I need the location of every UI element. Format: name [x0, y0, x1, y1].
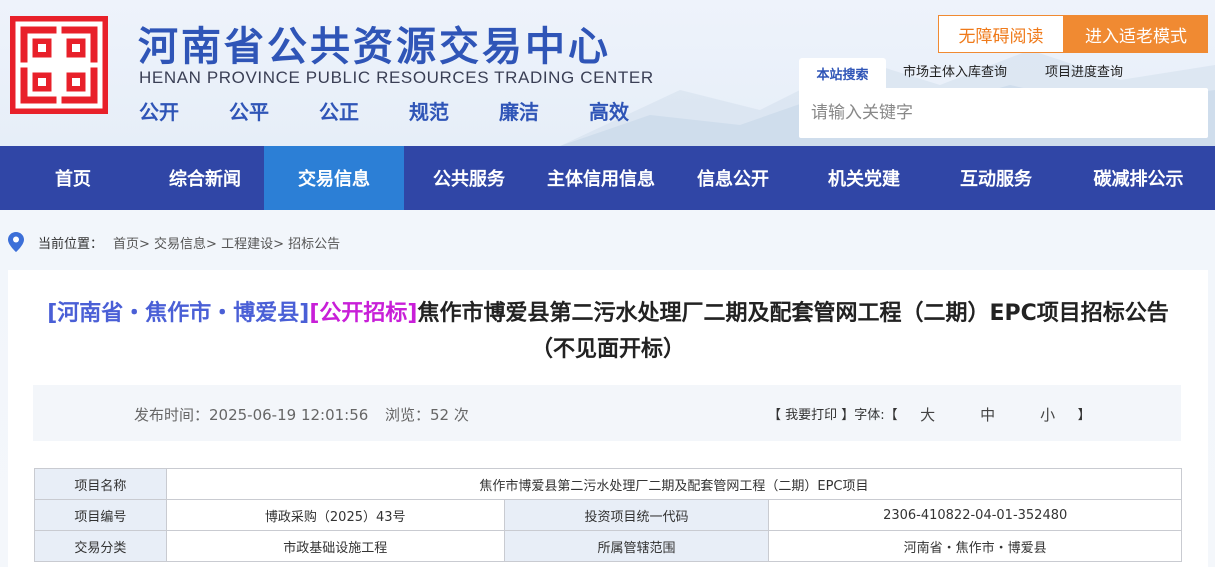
table-row: 项目编号 博政采购（2025）43号 投资项目统一代码 2306-410822-… [34, 499, 1182, 531]
project-progress-query-link[interactable]: 项目进度查询 [1045, 61, 1123, 80]
publish-time: 发布时间：2025-06-19 12:01:56 [134, 406, 369, 424]
nav-item-info-disclosure[interactable]: 信息公开 [668, 146, 798, 210]
slogan-list: 公开 公平 公正 规范 廉洁 高效 [139, 96, 679, 125]
table-label: 项目名称 [34, 468, 167, 500]
nav-item-interactive-service[interactable]: 互动服务 [930, 146, 1062, 210]
location-pin-icon [8, 232, 24, 252]
meta-tools: 【 我要打印 】 字体:【 大 中 小 】 [768, 404, 1091, 425]
main-nav: 首页 综合新闻 交易信息 公共服务 主体信用信息 信息公开 机关党建 互动服务 … [0, 146, 1215, 210]
table-value: 市政基础设施工程 [165, 530, 505, 562]
slogan-item: 高效 [589, 100, 629, 124]
font-size-label: 字体:【 [854, 408, 898, 423]
font-size-medium[interactable]: 中 [958, 404, 1018, 425]
nav-item-news[interactable]: 综合新闻 [146, 146, 264, 210]
notice-region-tag: [河南省・焦作市・博爱县] [47, 301, 310, 326]
table-row: 交易分类 市政基础设施工程 所属管辖范围 河南省・焦作市・博爱县 [34, 530, 1182, 562]
notice-card: [河南省・焦作市・博爱县][公开招标]焦作市博爱县第二污水处理厂二期及配套管网工… [8, 270, 1208, 567]
nav-item-party-building[interactable]: 机关党建 [798, 146, 930, 210]
slogan-item: 廉洁 [499, 100, 539, 124]
site-logo-icon [10, 16, 108, 114]
font-size-large[interactable]: 大 [898, 404, 958, 425]
nav-item-trading-info[interactable]: 交易信息 [264, 146, 404, 210]
table-value: 2306-410822-04-01-352480 [768, 499, 1182, 531]
site-header: 河南省公共资源交易中心 HENAN PROVINCE PUBLIC RESOUR… [0, 0, 1215, 146]
accessibility-reading-button[interactable]: 无障碍阅读 [938, 15, 1064, 53]
view-count: 浏览：52 次 [385, 406, 469, 424]
slogan-item: 公开 [139, 100, 179, 124]
table-value: 焦作市博爱县第二污水处理厂二期及配套管网工程（二期）EPC项目 [165, 468, 1183, 500]
table-value: 河南省・焦作市・博爱县 [768, 530, 1182, 562]
market-entity-query-link[interactable]: 市场主体入库查询 [903, 61, 1007, 80]
nav-item-credit-info[interactable]: 主体信用信息 [534, 146, 668, 210]
notice-title: [河南省・焦作市・博爱县][公开招标]焦作市博爱县第二污水处理厂二期及配套管网工… [38, 296, 1178, 368]
search-box [799, 88, 1208, 138]
notice-title-text: 焦作市博爱县第二污水处理厂二期及配套管网工程（二期）EPC项目招标公告（不见面开… [417, 301, 1169, 362]
font-size-small[interactable]: 小 [1018, 404, 1078, 425]
elder-mode-button[interactable]: 进入适老模式 [1064, 15, 1208, 53]
meta-bar: 发布时间：2025-06-19 12:01:56 浏览：52 次 【 我要打印 … [33, 385, 1181, 441]
table-label: 交易分类 [34, 530, 167, 562]
table-value: 博政采购（2025）43号 [165, 499, 505, 531]
breadcrumb: 当前位置： 首页> 交易信息> 工程建设> 招标公告 [8, 230, 340, 254]
search-input[interactable] [799, 88, 1159, 138]
table-label: 所属管辖范围 [503, 530, 770, 562]
slogan-item: 公平 [229, 100, 269, 124]
nav-item-carbon-reduction[interactable]: 碳减排公示 [1062, 146, 1215, 210]
site-search-tab[interactable]: 本站搜索 [799, 58, 886, 88]
slogan-item: 规范 [409, 100, 449, 124]
print-link[interactable]: 【 我要打印 】 [768, 404, 854, 425]
table-row: 项目名称 焦作市博爱县第二污水处理厂二期及配套管网工程（二期）EPC项目 [34, 468, 1183, 500]
nav-item-public-service[interactable]: 公共服务 [404, 146, 534, 210]
font-size-close: 】 [1077, 408, 1091, 423]
breadcrumb-path[interactable]: 首页> 交易信息> 工程建设> 招标公告 [113, 233, 340, 252]
breadcrumb-label: 当前位置： [38, 236, 104, 252]
slogan-item: 公正 [319, 100, 359, 124]
table-label: 项目编号 [34, 499, 167, 531]
nav-item-home[interactable]: 首页 [0, 146, 146, 210]
site-title-english: HENAN PROVINCE PUBLIC RESOURCES TRADING … [139, 68, 654, 87]
project-info-table: 项目名称 焦作市博爱县第二污水处理厂二期及配套管网工程（二期）EPC项目 项目编… [34, 468, 1183, 562]
notice-type-tag: [公开招标] [309, 301, 418, 326]
table-label: 投资项目统一代码 [503, 499, 770, 531]
site-title: 河南省公共资源交易中心 [138, 24, 611, 70]
